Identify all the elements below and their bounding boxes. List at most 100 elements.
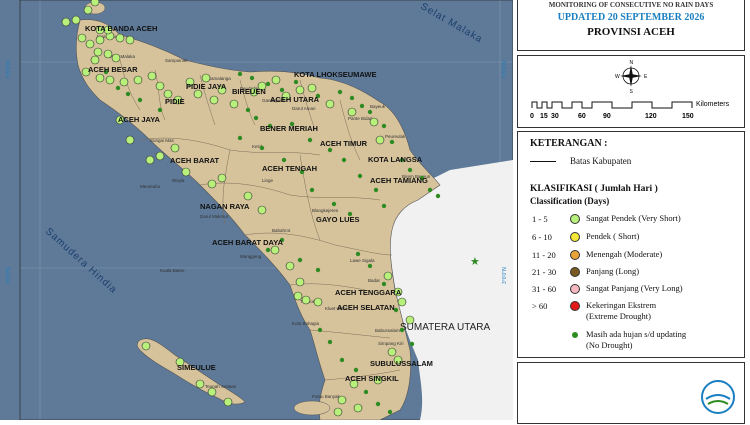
station-marker-very-short <box>71 15 81 25</box>
station-marker-very-short <box>209 95 219 105</box>
region-label: KOTA LHOKSEUMAWE <box>294 70 377 79</box>
legend-row: 21 - 30 Panjang (Long) <box>526 266 741 280</box>
station-marker-very-short <box>141 341 151 351</box>
station-marker-no-drought <box>337 89 343 95</box>
region-label: ACEH SINGKIL <box>345 374 399 383</box>
region-label: BIREUEN <box>232 87 266 96</box>
legend-label: Sangat Pendek (Very Short) <box>586 213 681 223</box>
station-marker-very-short <box>229 99 239 109</box>
class-title: KLASIFIKASI ( Jumlah Hari ) <box>530 184 658 194</box>
station-marker-no-drought <box>307 137 313 143</box>
station-marker-very-short <box>295 277 305 287</box>
scale-tick: 90 <box>603 113 611 120</box>
coord-right-bottom: 3°0'0"N <box>502 267 508 284</box>
station-marker-very-short <box>333 407 343 417</box>
place-label: Darul Makmur <box>200 214 229 219</box>
station-marker-no-drought <box>245 107 251 113</box>
station-marker-very-short <box>301 295 311 305</box>
station-marker-no-drought <box>359 103 365 109</box>
logo-box <box>517 362 745 424</box>
legend-title: KETERANGAN : <box>530 138 608 149</box>
station-marker-very-short <box>207 387 217 397</box>
map-area: Samudera Hindia Selat Malaka SUMATERA UT… <box>0 0 514 421</box>
place-label: Babahrot <box>272 228 291 233</box>
legend-range: 31 - 60 <box>532 284 557 294</box>
title-box: MONITORING OF CONSECUTIVE NO RAIN DAYS U… <box>517 0 745 51</box>
legend-row: 1 - 5 Sangat Pendek (Very Short) <box>526 213 741 227</box>
station-marker-very-short <box>61 17 71 27</box>
station-marker-no-drought <box>363 389 369 395</box>
station-marker-very-short <box>369 117 379 127</box>
station-marker-very-short <box>133 75 143 85</box>
station-marker-very-short <box>207 179 217 189</box>
station-marker-very-short <box>90 0 100 7</box>
pulau-banyak <box>293 400 331 416</box>
station-marker-very-short <box>155 151 165 161</box>
region-label: ACEH TENGAH <box>262 164 317 173</box>
station-marker-very-short <box>83 5 93 15</box>
station-marker-very-short <box>125 135 135 145</box>
scale-tick: 0 <box>530 113 534 120</box>
place-label: Simpang Kiri <box>378 341 404 346</box>
region-label: KOTA LANGSA <box>368 155 423 164</box>
station-marker-very-short <box>271 75 281 85</box>
scale-tick: 150 <box>682 113 694 120</box>
region-label: ACEH SELATAN <box>337 303 395 312</box>
scale-ticks: 0 15 30 60 90 120 150 <box>530 113 694 120</box>
scale-bar <box>531 101 693 109</box>
region-label: BENER MERIAH <box>260 124 318 133</box>
legend-label: Sangat Panjang (Very Long) <box>586 283 683 293</box>
place-label: Manggeng <box>240 254 262 259</box>
legend-label-2: (Extreme Drought) <box>586 311 651 321</box>
region-label: NAGAN RAYA <box>200 202 250 211</box>
station-marker-no-drought <box>253 115 259 121</box>
legend-swatch-long <box>570 267 580 277</box>
station-marker-very-short <box>257 205 267 215</box>
region-label: ACEH TENGGARA <box>335 288 402 297</box>
station-marker-very-short <box>201 73 211 83</box>
station-marker-very-short <box>105 75 115 85</box>
station-marker-no-drought <box>407 167 413 173</box>
station-marker-very-short <box>115 33 125 43</box>
region-label: PIDIE JAYA <box>186 82 227 91</box>
station-marker-no-drought <box>353 367 359 373</box>
station-marker-very-short <box>313 297 323 307</box>
region-label: SIMEULUE <box>177 363 216 372</box>
station-marker-very-short <box>95 73 105 83</box>
station-marker-no-drought <box>367 109 373 115</box>
updated-date: UPDATED 20 SEPTEMBER 2026 <box>557 12 705 23</box>
place-label: Bayeuk <box>370 104 386 109</box>
place-label: Pulau Banyak <box>312 394 341 399</box>
station-marker-no-drought <box>327 339 333 345</box>
station-marker-very-short <box>270 245 280 255</box>
place-label: Linge <box>262 178 274 183</box>
station-marker-no-drought <box>137 97 143 103</box>
region-label: ACEH UTARA <box>270 95 320 104</box>
legend-row: 6 - 10 Pendek ( Short) <box>526 231 741 245</box>
legend-swatch-very-long <box>570 284 580 294</box>
boundary-label: Batas Kabupaten <box>570 156 632 166</box>
legend-swatch-extreme <box>570 301 580 311</box>
place-label: Sampoiniet <box>165 58 188 63</box>
region-label: SUBULUSSALAM <box>370 359 433 368</box>
station-marker-very-short <box>181 167 191 177</box>
place-label: Woyla <box>172 178 185 183</box>
place-label: Kota Bahagia <box>292 321 320 326</box>
station-marker-no-drought <box>357 173 363 179</box>
place-label: Meureubo <box>140 184 161 189</box>
scale-tick: 15 <box>540 113 548 120</box>
legend-label: Menengah (Moderate) <box>586 249 663 259</box>
scale-tick: 30 <box>551 113 559 120</box>
station-marker-very-short <box>397 297 407 307</box>
legend-row: 11 - 20 Menengah (Moderate) <box>526 249 741 263</box>
place-label: Lawe Sigala <box>350 258 375 263</box>
station-marker-no-drought <box>265 81 271 87</box>
region-label: KOTA BANDA ACEH <box>85 24 157 33</box>
legend-swatch-moderate <box>570 250 580 260</box>
station-marker-no-drought <box>375 401 381 407</box>
legend-swatch-short <box>570 232 580 242</box>
place-label: Peureulak <box>385 134 406 139</box>
station-marker-very-short <box>170 143 180 153</box>
legend-label-2: (No Drought) <box>586 340 633 350</box>
place-label: Babussalam <box>375 328 400 333</box>
